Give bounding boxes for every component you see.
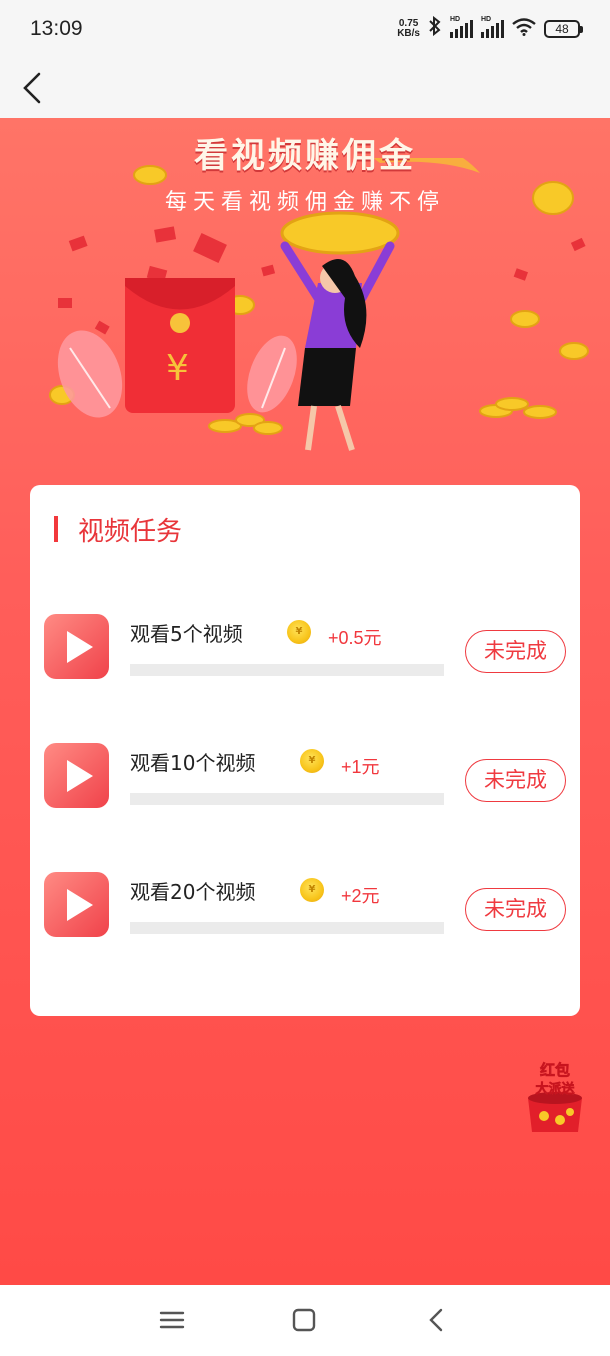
title-accent-bar xyxy=(54,516,58,542)
home-button[interactable] xyxy=(289,1305,319,1335)
status-time: 13:09 xyxy=(30,17,83,40)
task-reward: +1元 xyxy=(341,757,380,777)
back-button[interactable] xyxy=(14,68,54,108)
card-header: 视频任务 xyxy=(54,513,183,547)
signal-icon: HD xyxy=(481,16,504,38)
page-body: ¥ 看视频赚佣金 每天看视频佣金赚不停 视频任务 观看5个视频 ¥ +0.5元 … xyxy=(0,118,610,1285)
play-icon xyxy=(44,743,109,808)
back-icon xyxy=(429,1308,443,1332)
home-square-icon xyxy=(292,1308,316,1332)
red-packet-icon: 红包 大派送 xyxy=(528,1061,582,1132)
status-bar: 13:09 0.75 KB/s HD HD 48 xyxy=(0,0,610,58)
task-label: 观看5个视频 xyxy=(130,622,243,646)
banner-subtitle: 每天看视频佣金赚不停 xyxy=(164,190,445,215)
network-speed: 0.75 KB/s xyxy=(397,17,420,39)
battery-indicator: 48 xyxy=(544,19,583,38)
menu-icon xyxy=(159,1311,185,1329)
task-status-button[interactable]: 未完成 xyxy=(465,759,566,802)
task-status-button[interactable]: 未完成 xyxy=(465,630,566,673)
card-title: 视频任务 xyxy=(78,516,183,547)
chevron-left-icon xyxy=(23,72,41,104)
red-packet-promo-button[interactable]: 红包 大派送 xyxy=(522,1058,588,1138)
system-back-button[interactable] xyxy=(422,1305,452,1335)
svg-text:¥: ¥ xyxy=(166,348,189,389)
wifi-icon xyxy=(512,17,536,40)
task-status-button[interactable]: 未完成 xyxy=(465,888,566,931)
promo-line-1: 红包 xyxy=(540,1061,570,1079)
menu-button[interactable] xyxy=(157,1305,187,1335)
task-label: 观看20个视频 xyxy=(130,880,256,904)
coin-icon: ¥ xyxy=(300,878,324,902)
banner-title: 看视频赚佣金 xyxy=(194,136,416,176)
bluetooth-icon xyxy=(428,15,442,41)
task-label: 观看10个视频 xyxy=(130,751,256,775)
task-reward: +2元 xyxy=(341,886,380,906)
promo-line-2: 大派送 xyxy=(535,1081,575,1097)
task-row: 观看20个视频 ¥ +2元 未完成 xyxy=(30,872,580,942)
task-progress-bar xyxy=(130,793,444,805)
signal-icon: HD xyxy=(450,16,473,38)
task-progress-bar xyxy=(130,664,444,676)
nav-bar xyxy=(0,58,610,118)
video-task-card: 视频任务 观看5个视频 ¥ +0.5元 未完成 观看10个视频 ¥ +1元 未完… xyxy=(30,485,580,1016)
task-row: 观看5个视频 ¥ +0.5元 未完成 xyxy=(30,614,580,684)
play-icon xyxy=(44,614,109,679)
task-progress-bar xyxy=(130,922,444,934)
coin-icon: ¥ xyxy=(300,749,324,773)
status-icons: 0.75 KB/s HD HD 48 xyxy=(397,15,583,41)
task-reward: +0.5元 xyxy=(328,628,382,648)
system-navigation-bar xyxy=(0,1285,610,1356)
play-icon xyxy=(44,872,109,937)
task-row: 观看10个视频 ¥ +1元 未完成 xyxy=(30,743,580,813)
coin-icon: ¥ xyxy=(287,620,311,644)
